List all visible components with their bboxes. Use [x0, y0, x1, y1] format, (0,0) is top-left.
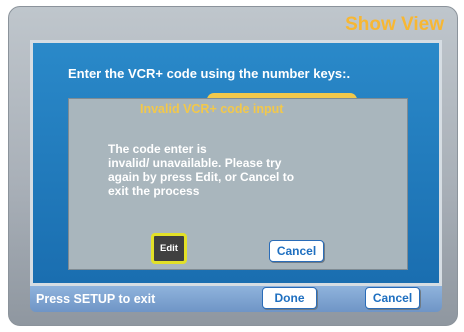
footer-cancel-button[interactable]: Cancel [365, 287, 420, 309]
done-button[interactable]: Done [262, 287, 317, 309]
page-title: Show View [345, 14, 444, 35]
edit-button[interactable]: Edit [151, 233, 187, 264]
dialog-title: Invalid VCR+ code input [140, 102, 284, 116]
dialog-message: The code enter is invalid/ unavailable. … [108, 142, 295, 198]
instruction-text: Enter the VCR+ code using the number key… [68, 66, 351, 81]
dialog-cancel-button[interactable]: Cancel [269, 240, 324, 262]
footer-hint: Press SETUP to exit [36, 292, 156, 306]
